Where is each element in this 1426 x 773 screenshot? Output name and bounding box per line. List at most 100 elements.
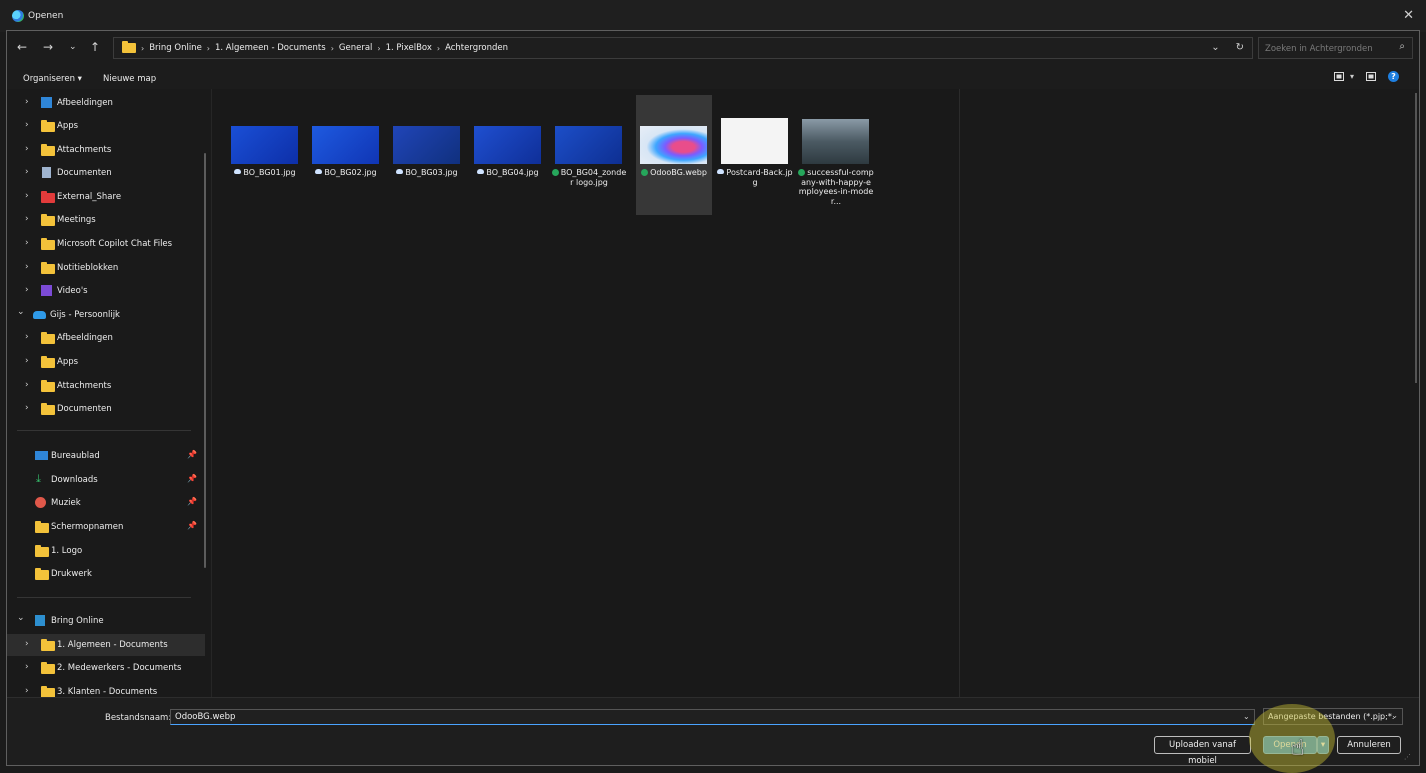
pin-icon[interactable]: 📌 — [187, 521, 197, 530]
recent-chevron-down-icon[interactable]: ⌄ — [69, 41, 77, 53]
nav-item-bring-online[interactable]: ⌄ Bring Online — [7, 610, 205, 632]
file-thumbnail — [640, 126, 707, 164]
file-thumbnail — [721, 118, 788, 164]
file-item[interactable]: BO_BG04.jpg — [470, 95, 546, 215]
breadcrumb[interactable]: › Bring Online › 1. Algemeen - Documents… — [113, 37, 1253, 59]
nav-scrollbar[interactable] — [204, 153, 206, 568]
breadcrumb-item[interactable]: 1. Algemeen - Documents — [215, 43, 326, 53]
organize-button[interactable]: Organiseren ▾ — [23, 74, 82, 84]
chevron-right-icon[interactable]: › — [25, 120, 29, 130]
pin-icon[interactable]: 📌 — [187, 450, 197, 459]
chevron-right-icon[interactable]: › — [25, 285, 29, 295]
chevron-down-icon[interactable]: ⌄ — [1391, 711, 1398, 720]
nav-item-medewerkers-documents[interactable]: › 2. Medewerkers - Documents — [7, 657, 205, 679]
nav-item-apps[interactable]: › Apps — [7, 115, 205, 137]
nav-item-copilot-chat-files[interactable]: › Microsoft Copilot Chat Files — [7, 233, 205, 255]
forward-arrow-icon[interactable]: → — [43, 41, 53, 53]
back-arrow-icon[interactable]: ← — [17, 41, 27, 53]
chevron-down-icon[interactable]: ⌄ — [17, 307, 25, 317]
upload-from-mobile-button[interactable]: Uploaden vanaf mobiel — [1154, 736, 1251, 766]
nav-label: Bureaublad — [51, 451, 100, 461]
chevron-right-icon[interactable]: › — [25, 238, 29, 248]
filename-label: Bestandsnaam: — [105, 713, 172, 723]
refresh-icon[interactable]: ↻ — [1236, 42, 1244, 53]
resize-grip-icon[interactable]: ⋰ — [1404, 753, 1411, 761]
cloud-icon — [717, 169, 725, 174]
folder-icon — [35, 545, 49, 557]
view-mode-icon[interactable] — [1333, 72, 1344, 81]
file-list: BO_BG01.jpg BO_BG02.jpg BO_BG03.jpg BO_B… — [211, 89, 959, 697]
chevron-right-icon[interactable]: › — [25, 662, 29, 672]
chevron-right-icon[interactable]: › — [25, 167, 29, 177]
nav-item-schermopnamen[interactable]: Schermopnamen 📌 — [7, 516, 205, 538]
nav-item-klanten-documents[interactable]: › 3. Klanten - Documents — [7, 681, 205, 697]
folder-icon — [41, 639, 55, 651]
file-item[interactable]: BO_BG03.jpg — [389, 95, 465, 215]
nav-item-afbeeldingen-personal[interactable]: › Afbeeldingen — [7, 327, 205, 349]
chevron-down-icon[interactable]: ⌄ — [17, 613, 25, 623]
chevron-right-icon[interactable]: › — [25, 191, 29, 201]
search-box[interactable]: ⌕ — [1258, 37, 1413, 59]
chevron-right-icon[interactable]: › — [25, 214, 29, 224]
file-name-text: successful-company-with-happy-employees-… — [798, 168, 874, 206]
close-icon[interactable]: ✕ — [1403, 8, 1414, 23]
file-item[interactable]: BO_BG01.jpg — [227, 95, 303, 215]
nav-item-downloads[interactable]: ⤓ Downloads 📌 — [7, 469, 205, 491]
nav-item-apps-personal[interactable]: › Apps — [7, 351, 205, 373]
nav-item-documenten[interactable]: › Documenten — [7, 162, 205, 184]
file-name: Postcard-Back.jpg — [717, 168, 793, 187]
nav-item-documenten-personal[interactable]: › Documenten — [7, 398, 205, 420]
nav-item-videos[interactable]: › Video's — [7, 280, 205, 302]
nav-label: 2. Medewerkers - Documents — [57, 663, 182, 673]
new-folder-button[interactable]: Nieuwe map — [103, 74, 156, 84]
filename-input[interactable] — [170, 709, 1255, 725]
chevron-right-icon[interactable]: › — [25, 403, 29, 413]
file-thumbnail — [312, 126, 379, 164]
pin-icon[interactable]: 📌 — [187, 474, 197, 483]
pin-icon[interactable]: 📌 — [187, 497, 197, 506]
chevron-right-icon[interactable]: › — [25, 332, 29, 342]
nav-label: Microsoft Copilot Chat Files — [57, 239, 173, 249]
chevron-right-icon[interactable]: › — [25, 97, 29, 107]
help-icon[interactable]: ? — [1388, 71, 1399, 82]
folder-icon — [41, 262, 55, 274]
nav-item-external-share[interactable]: › External_Share — [7, 186, 205, 208]
file-item[interactable]: Postcard-Back.jpg — [717, 95, 793, 215]
chevron-right-icon[interactable]: › — [25, 686, 29, 696]
nav-label: Documenten — [57, 168, 112, 178]
breadcrumb-item[interactable]: Bring Online — [149, 43, 202, 53]
nav-label: Downloads — [51, 475, 98, 485]
nav-item-algemeen-documents[interactable]: › 1. Algemeen - Documents — [7, 634, 205, 656]
file-item[interactable]: BO_BG04_zonder logo.jpg — [551, 95, 627, 215]
nav-item-attachments[interactable]: › Attachments — [7, 139, 205, 161]
preview-pane-icon[interactable] — [1366, 72, 1376, 81]
view-mode-chevron-icon[interactable]: ▾ — [1350, 72, 1354, 81]
nav-item-bureaublad[interactable]: Bureaublad 📌 — [7, 445, 205, 467]
preview-scrollbar[interactable] — [1415, 93, 1417, 383]
breadcrumb-item[interactable]: 1. PixelBox — [386, 43, 432, 53]
chevron-right-icon[interactable]: › — [25, 262, 29, 272]
chevron-right-icon[interactable]: › — [25, 639, 29, 649]
chevron-right-icon[interactable]: › — [25, 144, 29, 154]
search-input[interactable] — [1265, 42, 1385, 55]
nav-item-afbeeldingen[interactable]: › Afbeeldingen — [7, 92, 205, 114]
nav-item-gijs-persoonlijk[interactable]: ⌄ Gijs - Persoonlijk — [7, 304, 205, 326]
file-item[interactable]: successful-company-with-happy-employees-… — [798, 95, 874, 215]
filename-dropdown-chevron-icon[interactable]: ⌄ — [1243, 712, 1250, 721]
nav-item-drukwerk[interactable]: Drukwerk — [7, 563, 205, 585]
nav-item-attachments-personal[interactable]: › Attachments — [7, 375, 205, 397]
cancel-button[interactable]: Annuleren — [1337, 736, 1401, 754]
file-item-selected[interactable]: OdooBG.webp — [636, 95, 712, 215]
file-item[interactable]: BO_BG02.jpg — [308, 95, 384, 215]
chevron-right-icon[interactable]: › — [25, 356, 29, 366]
chevron-right-icon[interactable]: › — [25, 380, 29, 390]
up-arrow-icon[interactable]: ↑ — [90, 41, 100, 53]
nav-item-notitieblokken[interactable]: › Notitieblokken — [7, 257, 205, 279]
breadcrumb-item[interactable]: Achtergronden — [445, 43, 508, 53]
nav-item-muziek[interactable]: Muziek 📌 — [7, 492, 205, 514]
nav-item-logo[interactable]: 1. Logo — [7, 540, 205, 562]
breadcrumb-item[interactable]: General — [339, 43, 373, 53]
search-icon[interactable]: ⌕ — [1399, 41, 1405, 52]
nav-item-meetings[interactable]: › Meetings — [7, 209, 205, 231]
address-dropdown-chevron-icon[interactable]: ⌄ — [1211, 42, 1219, 53]
